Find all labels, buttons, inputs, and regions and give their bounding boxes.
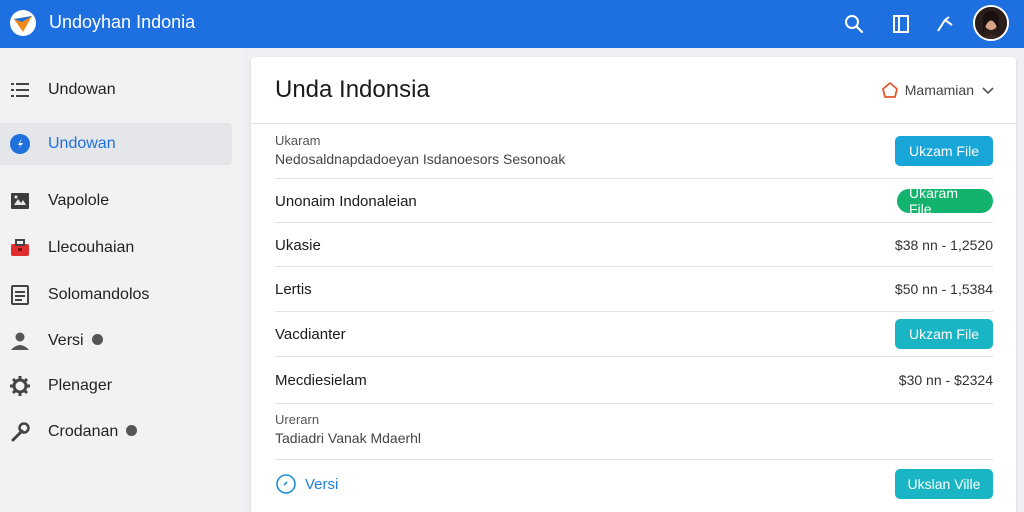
sidebar-item-versi[interactable]: Versi [0,320,232,362]
sidebar-item-label: Solomandolos [48,286,150,303]
home-icon [881,82,898,98]
card-menu-dropdown[interactable]: Mamamian [881,81,996,99]
row-title: Ukasie [275,237,321,254]
toolbox-icon [8,236,32,260]
sidebar-item-label: Plenager [48,377,113,394]
sidebar-item-label: Crodanan [48,423,138,441]
gear-icon [8,374,32,398]
sidebar-item-undowan-list[interactable]: Undowan [0,69,232,111]
upload-file-button[interactable]: Ukslan Ville [895,469,993,499]
row-caption: Ukaram [275,133,321,148]
row-description: Tadiadri Vanak Mdaerhl [275,430,422,446]
document-icon [8,283,32,307]
card-menu-label: Mamamian [904,82,974,98]
upload-file-button[interactable]: Ukzam File [895,136,993,166]
sidebar-item-plenager[interactable]: Plenager [0,365,232,407]
chevron-down-icon [982,87,994,95]
row-title: Lertis [275,281,312,298]
main-card: Unda Indonsia Mamamian Ukaram Nedosaldna… [251,57,1016,512]
sidebar-item-undowan-active[interactable]: Undowan [0,123,232,165]
list-item: Lertis $50 nn - 1,5384 [275,267,993,312]
status-badge [126,425,138,437]
list-item: Ukaram Nedosaldnapdadoeyan Isdanoesors S… [275,124,993,179]
sidebar-item-label: Versi [48,332,103,350]
row-price: $50 nn - 1,5384 [894,281,993,297]
upload-file-button[interactable]: Ukaram File [897,185,993,217]
sidebar-item-label: Llecouhaian [48,239,135,256]
versi-link[interactable]: Versi [275,473,338,495]
app-title: Undoyhan Indonia [49,12,196,32]
list-item: Unonaim Indonaleian Ukaram File [275,179,993,223]
pen-icon[interactable] [933,12,957,36]
row-description: Nedosaldnapdadoeyan Isdanoesors Sesonoak [275,151,566,167]
list-item: Versi Ukslan Ville [275,460,993,510]
upload-file-button[interactable]: Ukzam File [895,319,993,349]
list-item: Mecdiesielam $30 nn - $2324 [275,357,993,404]
compass-icon [8,132,32,156]
user-icon [8,329,32,353]
sidebar-item-llecouhaian[interactable]: Llecouhaian [0,227,232,269]
bookmark-icon[interactable] [889,12,913,36]
status-badge [91,334,103,346]
clock-icon [276,474,296,494]
list-item: Vacdianter Ukzam File [275,312,993,357]
list-item: Urerarn Tadiadri Vanak Mdaerhl [275,404,993,460]
sidebar: Undowan Undowan Vapolole Llecouhaian Sol… [0,48,242,512]
list-icon [8,78,32,102]
sidebar-item-label: Undowan [48,81,116,98]
top-bar: Undoyhan Indonia [0,0,1024,48]
row-caption: Urerarn [275,412,320,427]
versi-link-label: Versi [305,475,339,493]
image-icon [8,189,32,213]
sidebar-item-vapolole[interactable]: Vapolole [0,180,232,222]
page-title: Unda Indonsia [275,76,430,103]
list-item: Ukasie $38 nn - 1,2520 [275,223,993,267]
wrench-icon [8,420,32,444]
app-logo[interactable] [10,10,36,36]
sidebar-item-crodanan[interactable]: Crodanan [0,411,232,453]
row-price: $38 nn - 1,2520 [894,237,993,253]
row-title: Mecdiesielam [275,372,367,389]
avatar[interactable] [973,5,1009,41]
row-title: Vacdianter [275,326,346,343]
sidebar-item-label: Vapolole [48,192,110,209]
search-icon[interactable] [842,12,866,36]
row-price: $30 nn - $2324 [898,372,993,388]
row-title: Unonaim Indonaleian [275,193,417,210]
sidebar-item-label: Undowan [48,135,116,152]
sidebar-item-solomandolos[interactable]: Solomandolos [0,274,232,316]
